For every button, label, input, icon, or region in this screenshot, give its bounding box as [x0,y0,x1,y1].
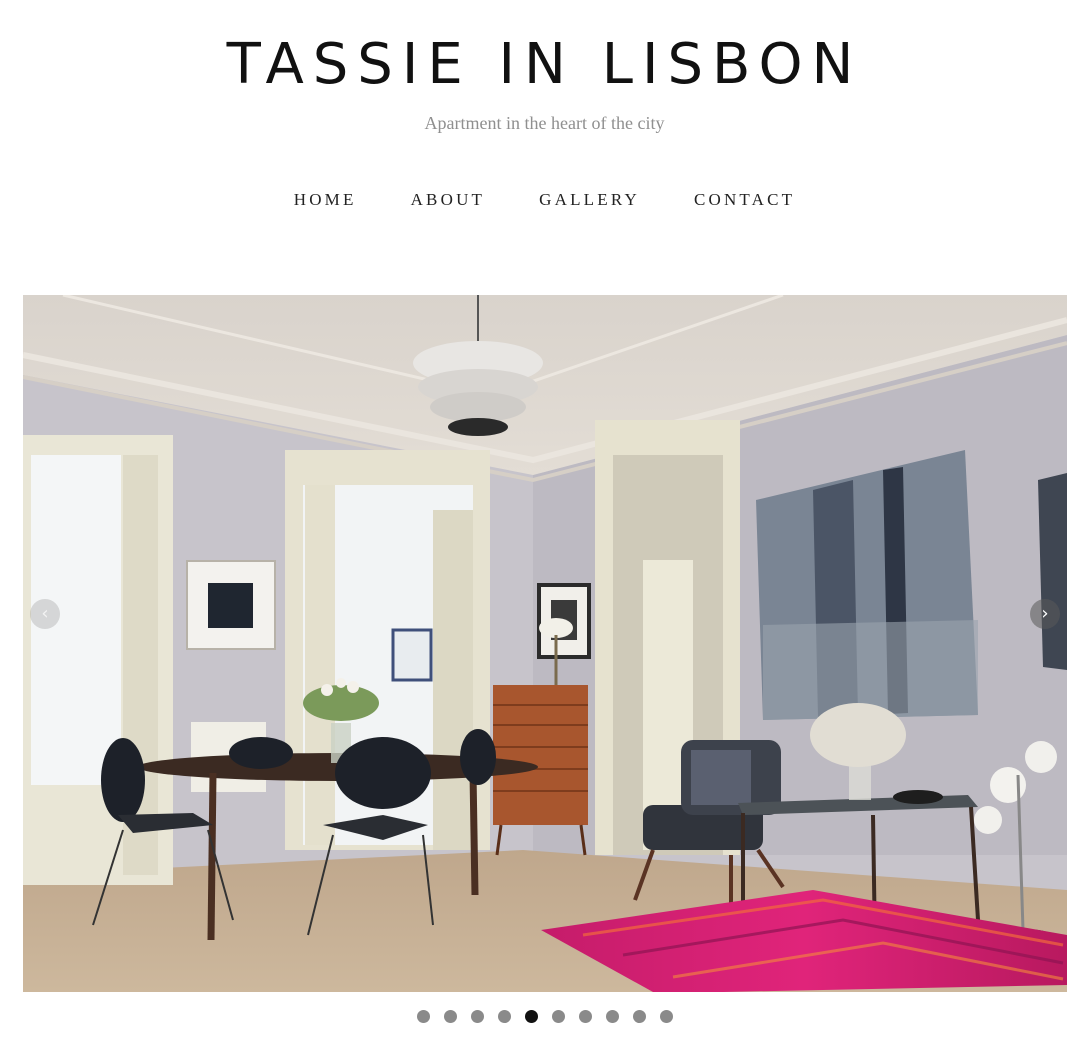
site-title[interactable]: TASSIE IN LISBON [0,30,1089,100]
image-slider[interactable] [23,295,1067,992]
nav-item-gallery[interactable]: GALLERY [539,188,640,212]
slider-pagination [0,1010,1089,1023]
slider-dot-active[interactable] [524,1010,538,1023]
slider-dot[interactable] [443,1010,457,1023]
nav-item-home[interactable]: HOME [294,188,357,212]
main-nav: HOME ABOUT GALLERY CONTACT [0,188,1089,212]
slider-dot[interactable] [659,1010,673,1023]
living-room-photo [23,295,1067,992]
chevron-left-icon: ‹ [41,603,49,624]
slider-dot[interactable] [578,1010,592,1023]
slider-dot[interactable] [632,1010,646,1023]
slider-dot[interactable] [416,1010,430,1023]
slider-next-button[interactable]: › [1030,599,1060,629]
nav-item-about[interactable]: ABOUT [411,188,486,212]
slider-dot[interactable] [470,1010,484,1023]
slider-dot[interactable] [551,1010,565,1023]
site-tagline: Apartment in the heart of the city [424,113,665,133]
slider-dot[interactable] [497,1010,511,1023]
chevron-right-icon: › [1041,603,1049,624]
slider-prev-button[interactable]: ‹ [30,599,60,629]
slider-dot[interactable] [605,1010,619,1023]
nav-item-contact[interactable]: CONTACT [694,188,795,212]
